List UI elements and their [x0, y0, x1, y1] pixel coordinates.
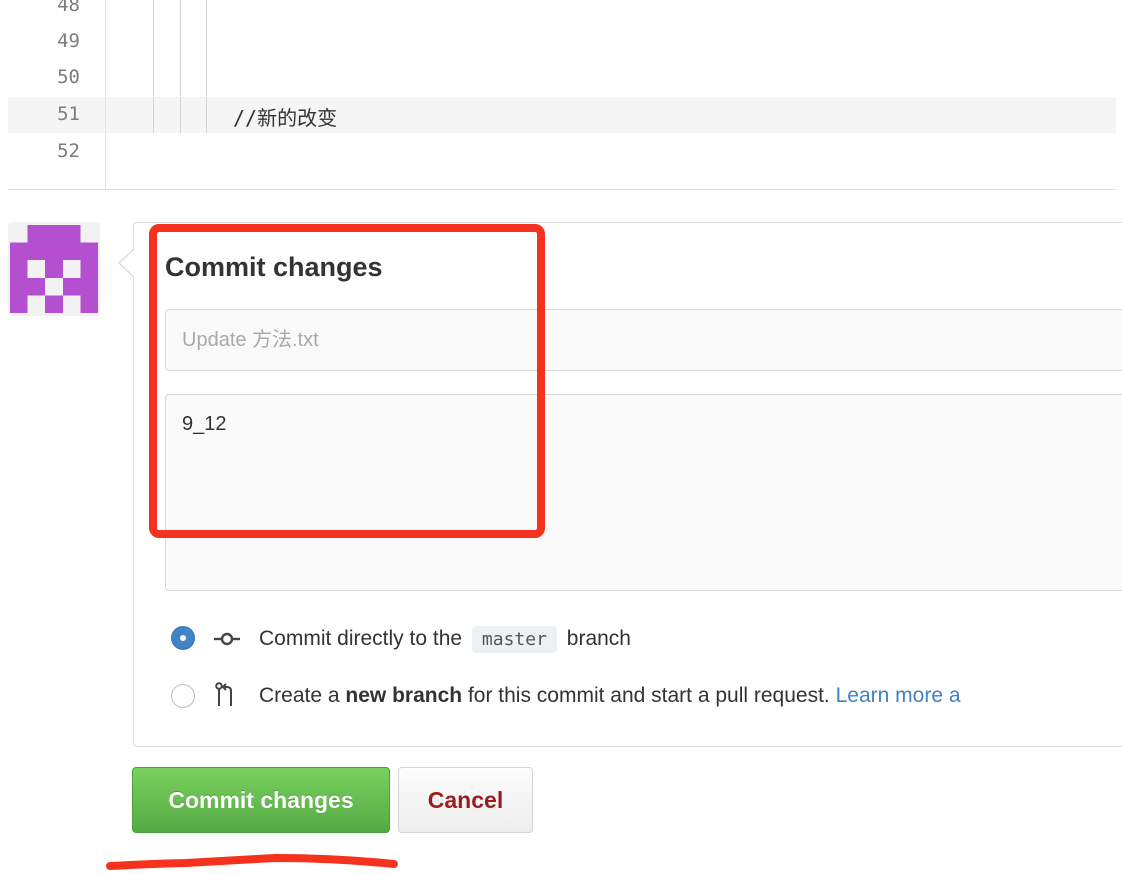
learn-more-link[interactable]: Learn more a: [836, 684, 961, 707]
radio-unselected[interactable]: [171, 684, 195, 708]
option-text: Create a: [259, 684, 340, 707]
line-number: 48: [57, 0, 80, 16]
option-text: for this commit and start a pull request…: [467, 684, 830, 707]
code-line: 52: [8, 134, 1116, 170]
code-line-highlighted[interactable]: 51 //新的改变: [8, 97, 1116, 133]
annotation-highlight-box: [149, 224, 545, 538]
editor-bottom-border: [8, 189, 1116, 190]
line-number: 50: [57, 66, 80, 88]
avatar[interactable]: [8, 222, 100, 316]
code-editor: 48 49 50 51 //新的改变 52: [0, 0, 1116, 190]
line-number: 51: [57, 103, 80, 125]
code-line: 48: [8, 0, 1116, 24]
option-text-bold: new branch: [345, 684, 463, 707]
radio-selected[interactable]: [171, 626, 195, 650]
identicon-icon: [10, 225, 98, 313]
line-number: 49: [57, 30, 80, 52]
annotation-underline: [106, 853, 398, 870]
code-text: //新的改变: [233, 106, 338, 130]
code-line: 49: [8, 24, 1116, 60]
option-text: branch: [566, 627, 631, 650]
branch-name-badge: master: [471, 626, 557, 653]
git-commit-icon: [214, 632, 240, 646]
gutter-divider: [105, 0, 106, 190]
cancel-button[interactable]: Cancel: [398, 767, 533, 833]
line-number: 52: [57, 140, 80, 162]
commit-changes-button[interactable]: Commit changes: [132, 767, 390, 833]
option-text: Commit directly to the: [259, 627, 463, 650]
code-line: 50: [8, 60, 1116, 96]
git-pull-request-icon: [215, 682, 232, 706]
